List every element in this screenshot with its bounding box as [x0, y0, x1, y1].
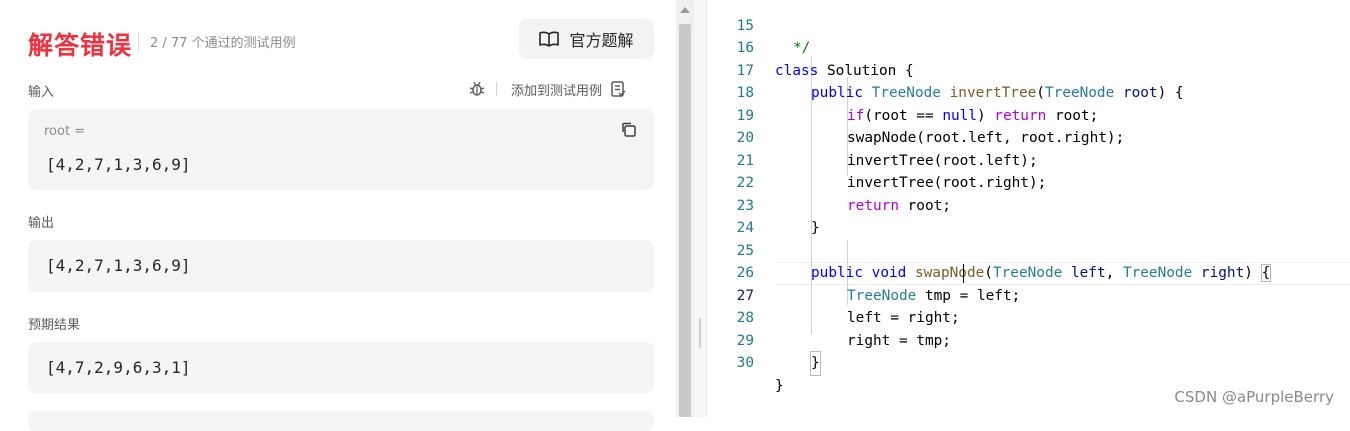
output-label: 输出 — [28, 216, 55, 231]
divider — [496, 82, 497, 96]
code-text: } — [775, 377, 784, 394]
code-line: 22 return root; — [707, 150, 1350, 214]
copy-icon[interactable] — [620, 121, 638, 139]
panel-splitter[interactable] — [694, 0, 707, 417]
code-line: 20 invertTree(root.left); — [707, 105, 1350, 169]
code-line: 25 public void swapNode(TreeNode left, T… — [707, 217, 1350, 282]
official-solution-label: 官方题解 — [569, 31, 634, 50]
code-line: 29 } — [707, 307, 1350, 376]
add-testcase-icon[interactable] — [610, 80, 626, 98]
watermark: CSDN @aPurpleBerry — [1174, 388, 1334, 406]
scroll-up-arrow-icon[interactable] — [680, 7, 690, 13]
input-box: root = [4,2,7,1,3,6,9] — [28, 109, 654, 190]
code-line: 16 class Solution { — [707, 15, 1350, 79]
code-line: 24 — [707, 195, 1350, 236]
code-editor[interactable]: 15 */ 16 class Solution { 17 public Tree… — [707, 0, 1350, 417]
splitter-grip-icon[interactable] — [699, 318, 701, 348]
code-line: 28 right = tmp; — [707, 285, 1350, 349]
code-line: 15 */ — [707, 0, 1350, 57]
official-solution-button[interactable]: 官方题解 — [519, 19, 654, 59]
next-box — [28, 411, 654, 431]
code-line: 17 public TreeNode invertTree(TreeNode r… — [707, 37, 1350, 102]
text-cursor — [963, 264, 964, 283]
code-line: 19 swapNode(root.left, root.right); — [707, 82, 1350, 147]
scrollbar-thumb[interactable] — [679, 24, 691, 417]
input-tools: 添加到测试用例 — [468, 79, 626, 99]
code-line: 18 if(root == null) return root; — [707, 60, 1350, 124]
expected-label: 预期结果 — [28, 318, 81, 333]
output-box: [4,2,7,1,3,6,9] — [28, 240, 654, 292]
code-line: 21 invertTree(root.right); — [707, 127, 1350, 192]
line-number: 30 — [736, 355, 754, 371]
debug-bug-icon[interactable] — [468, 80, 486, 98]
result-panel: 解答错误 2 / 77 个通过的测试用例 官方题解 输入 添加到测试用例 roo… — [0, 0, 676, 431]
passed-count: 2 / 77 个通过的测试用例 — [150, 36, 296, 51]
input-value: [4,2,7,1,3,6,9] — [46, 155, 191, 174]
code-line-current: 27 left = right; — [707, 262, 1350, 327]
input-label: 输入 — [28, 85, 55, 100]
input-var-name: root = — [44, 124, 86, 139]
code-text: } — [810, 351, 821, 376]
book-open-icon — [539, 31, 560, 47]
divider — [138, 32, 139, 52]
code-line: 23 } — [707, 172, 1350, 237]
code-line: 30 } — [707, 330, 1350, 394]
result-status: 解答错误 — [28, 31, 133, 60]
expected-box: [4,7,2,9,6,3,1] — [28, 342, 654, 393]
code-line: 26 TreeNode tmp = left; — [707, 240, 1350, 304]
expected-value: [4,7,2,9,6,3,1] — [46, 358, 191, 377]
add-to-testcase-button[interactable]: 添加到测试用例 — [511, 80, 602, 99]
output-value: [4,2,7,1,3,6,9] — [46, 256, 191, 275]
